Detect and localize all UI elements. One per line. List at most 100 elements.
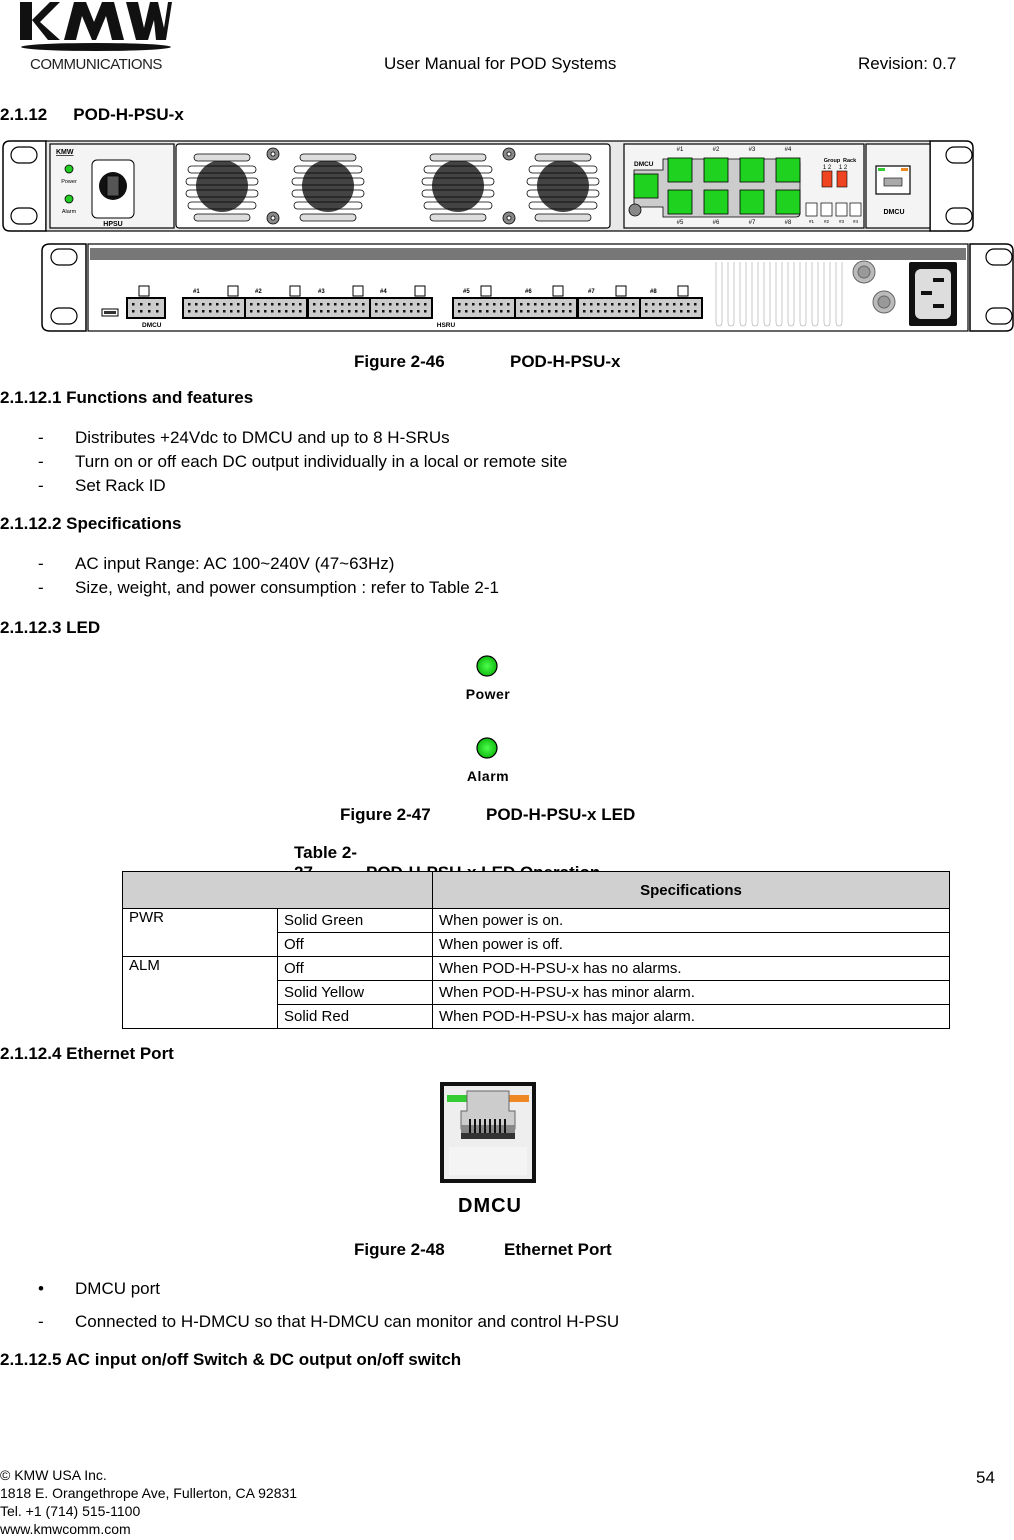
port-label: #3 [749,147,756,153]
port-led [775,189,801,215]
list-item: - Distributes +24Vdc to DMCU and up to 8 … [38,428,450,447]
vent-slot [299,153,357,162]
connector-led [414,285,426,297]
connector-led [480,285,492,297]
vent-slot [429,153,487,162]
group-switch [821,170,833,188]
port-label: #4 [785,147,792,153]
functions-heading: 2.1.12.1 Functions and features [0,388,254,407]
vent-slot [429,213,487,222]
port-label: #6 [713,220,720,226]
led-operation-table: Specifications PWR Solid Green When powe… [122,871,950,1029]
list-item: - Turn on or off each DC output individua… [38,452,568,471]
table-row: PWR Solid Green When power is on. [122,908,950,957]
dip-switch [805,202,818,217]
connector-led [352,285,364,297]
connector-led [227,285,239,297]
port-label: #1 [677,147,684,153]
ground-screw-icon [628,203,642,217]
page-number: 54 [976,1468,995,1487]
ac-inlet-icon [909,262,957,326]
connector-led [615,285,627,297]
table-header-row: Specifications [122,871,950,909]
table-header-specifications: Specifications [432,871,950,909]
state-cell: Solid Yellow [277,980,433,1005]
figure-46-caption: Figure 2-46 POD-H-PSU-x [354,352,621,371]
hpsu-module: KMW Power Alarm HPSU [49,143,175,229]
fan-grille-4 [537,160,589,212]
hsru-connector [244,297,308,319]
vent-slot [193,153,251,162]
led-cell: PWR [122,908,278,957]
svg-text:Alarm: Alarm [62,209,77,215]
dip-switch [849,202,862,217]
fan-grille-1 [196,160,248,212]
switch-heading: 2.1.12.5 AC input on/off Switch & DC out… [0,1350,462,1369]
footer-copyright: © KMW USA Inc. [0,1467,107,1483]
hsru-port-label: #1 [193,289,200,295]
connector-led [552,285,564,297]
port-label: #8 [785,220,792,226]
hsru-connector [369,297,433,319]
front-panel-figure: KMW Power Alarm HPSU DMCU #1 #5 #2 #6 #3… [0,138,1014,234]
rear-left-ear [41,243,87,332]
revision-label: Revision: 0.7 [858,54,957,73]
output-status-panel: DMCU #1 #5 #2 #6 #3 #7 #4 #8 Group Rack 1 2 1 2… [623,143,865,229]
list-item: - AC input Range: AC 100~240V (47~63Hz) [38,554,395,573]
led-cell: ALM [122,956,278,1029]
hsru-port-label: #4 [380,289,387,295]
right-rack-ear [929,140,974,232]
port-led [739,189,765,215]
hsru-connector [182,297,246,319]
footer-address: 1818 E. Orangethrope Ave, Fullerton, CA … [0,1485,298,1501]
svg-text:DMCU: DMCU [142,322,162,329]
table-header-blank [122,871,433,909]
svg-text:1 2: 1 2 [839,165,848,171]
logo-text: COMMUNICATIONS [30,56,162,73]
ethernet-port-icon [439,1081,537,1184]
ethernet-module: DMCU [865,143,931,229]
svg-text:Group: Group [824,158,841,164]
fan-grille-2 [302,160,354,212]
svg-text:Rack: Rack [843,158,857,164]
desc-cell: When power is on. [432,908,950,933]
list-item: - Set Rack ID [38,476,166,495]
hsru-connector [514,297,578,319]
dip-switch [820,202,833,217]
figure-48-caption: Figure 2-48 Ethernet Port [354,1240,612,1259]
svg-text:DMCU: DMCU [884,209,905,216]
hsru-port-label: #6 [525,289,532,295]
dip-label: #1 [809,219,815,224]
state-cell: Off [277,932,433,957]
hsru-connector [639,297,703,319]
desc-cell: When POD-H-PSU-x has major alarm. [432,1004,950,1029]
hsru-port-label: #2 [255,289,262,295]
vent-slot [299,213,357,222]
dip-switch [835,202,848,217]
power-led-icon [476,655,498,677]
dip-label: #2 [824,219,830,224]
document-title: User Manual for POD Systems [384,54,617,73]
vent-slot [193,213,251,222]
hsru-connector [307,297,371,319]
port-led [667,189,693,215]
desc-cell: When POD-H-PSU-x has no alarms. [432,956,950,981]
left-rack-ear [2,140,47,232]
port-led [703,157,729,183]
port-led [703,189,729,215]
footer-website[interactable]: www.kmwcomm.com [0,1520,297,1538]
footer: © KMW USA Inc. 1818 E. Orangethrope Ave,… [0,1466,297,1538]
connector-led [289,285,301,297]
desc-cell: When power is off. [432,932,950,957]
alarm-led-icon [64,194,74,204]
svg-text:Power: Power [61,179,77,185]
table-row: ALM Off When POD-H-PSU-x has no alarms. [122,956,950,1029]
rear-panel-figure: #1 #2 #3 #4 #5 #6 #7 #8 DMCU HSRU [0,240,1014,335]
ethernet-port-label: DMCU [458,1195,522,1217]
alarm-led-icon [476,737,498,759]
fan-panel [175,143,611,229]
alarm-led-label: Alarm [466,768,510,784]
connector-led [677,285,689,297]
hsru-port-label: #8 [650,289,657,295]
led-heading: 2.1.12.3 LED [0,618,101,637]
